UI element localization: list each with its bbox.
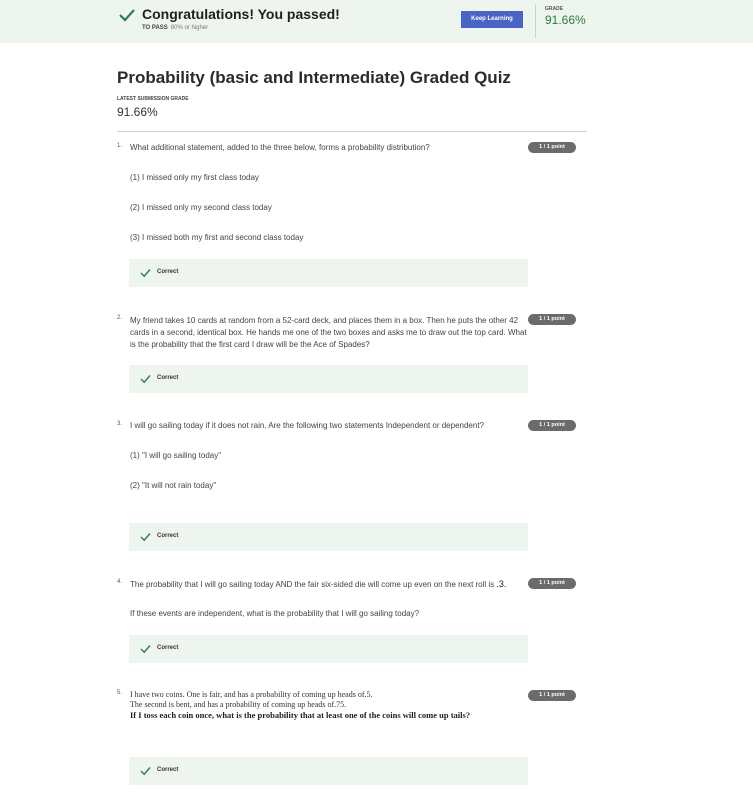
latest-submission-grade: 91.66% bbox=[117, 105, 158, 119]
grade-label: GRADE bbox=[545, 6, 564, 12]
quiz-title: Probability (basic and Intermediate) Gra… bbox=[117, 68, 511, 87]
question-line: The second is bent, and has a probabilit… bbox=[130, 700, 347, 709]
check-icon bbox=[140, 533, 151, 542]
question-number: 3. bbox=[117, 421, 123, 427]
latest-submission-label: LATEST SUBMISSION GRADE bbox=[117, 96, 189, 102]
question-text: I have two coins. One is fair, and has a… bbox=[130, 690, 528, 720]
check-icon bbox=[140, 767, 151, 776]
points-badge: 1 / 1 point bbox=[528, 420, 576, 431]
question-option: (3) I missed both my first and second cl… bbox=[130, 233, 304, 242]
pass-banner: Congratulations! You passed! TO PASS 80% … bbox=[0, 0, 753, 43]
to-pass-label: TO PASS bbox=[142, 25, 168, 31]
question-option: (2) I missed only my second class today bbox=[130, 203, 272, 212]
points-badge: 1 / 1 point bbox=[528, 578, 576, 589]
question-option: (1) I missed only my first class today bbox=[130, 173, 259, 182]
question-option: (1) "I will go sailing today" bbox=[130, 451, 222, 460]
question-text: I will go sailing today if it does not r… bbox=[130, 421, 484, 430]
pass-title: Congratulations! You passed! bbox=[142, 6, 340, 22]
question-text: The probability that I will go sailing t… bbox=[130, 578, 528, 591]
question-line: If I toss each coin once, what is the pr… bbox=[130, 710, 471, 720]
question-line: I have two coins. One is fair, and has a… bbox=[130, 690, 373, 699]
banner-divider bbox=[535, 4, 536, 38]
feedback-label: Correct bbox=[157, 645, 179, 651]
correct-feedback: Correct bbox=[129, 259, 528, 287]
points-badge: 1 / 1 point bbox=[528, 142, 576, 153]
correct-feedback: Correct bbox=[129, 635, 528, 663]
points-badge: 1 / 1 point bbox=[528, 690, 576, 701]
feedback-label: Correct bbox=[157, 269, 179, 275]
question-text-main: The probability that I will go sailing t… bbox=[130, 580, 495, 589]
check-icon bbox=[140, 375, 151, 384]
points-badge: 1 / 1 point bbox=[528, 314, 576, 325]
header-divider bbox=[117, 131, 587, 132]
to-pass-info: TO PASS 80% or higher bbox=[142, 25, 208, 31]
to-pass-requirement: 80% or higher bbox=[170, 25, 209, 31]
grade-value: 91.66% bbox=[545, 13, 586, 27]
feedback-label: Correct bbox=[157, 533, 179, 539]
question-number: 2. bbox=[117, 315, 123, 321]
question-number: 1. bbox=[117, 143, 123, 149]
feedback-label: Correct bbox=[157, 767, 179, 773]
correct-feedback: Correct bbox=[129, 365, 528, 393]
correct-feedback: Correct bbox=[129, 757, 528, 785]
check-icon bbox=[140, 645, 151, 654]
question-number: 5. bbox=[117, 690, 123, 696]
question-probability-value: .3. bbox=[496, 579, 507, 589]
keep-learning-button[interactable]: Keep Learning bbox=[461, 11, 523, 28]
question-text: What additional statement, added to the … bbox=[130, 143, 430, 152]
question-number: 4. bbox=[117, 579, 123, 585]
question-followup: If these events are independent, what is… bbox=[130, 609, 420, 618]
check-icon bbox=[119, 9, 135, 22]
feedback-label: Correct bbox=[157, 375, 179, 381]
question-text: My friend takes 10 cards at random from … bbox=[130, 316, 527, 349]
question-option: (2) "It will not rain today" bbox=[130, 481, 217, 490]
correct-feedback: Correct bbox=[129, 523, 528, 551]
check-icon bbox=[140, 269, 151, 278]
